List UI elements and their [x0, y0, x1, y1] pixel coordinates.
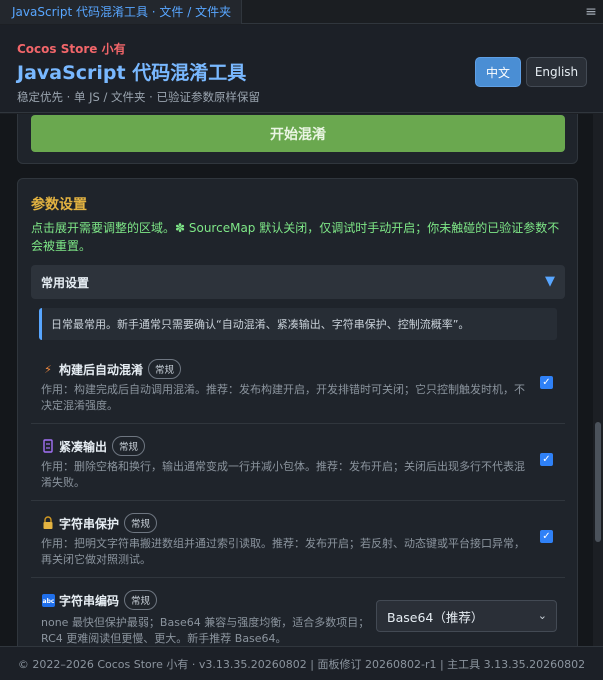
- titlebar: JavaScript 代码混淆工具 · 文件 / 文件夹 ≡: [0, 0, 603, 24]
- setting-auto-obfuscate: ⚡ 构建后自动混淆 常规 作用：构建完成后自动调用混淆。推荐：发布构建开启，开发…: [31, 347, 565, 424]
- string-encoding-select[interactable]: Base64（推荐） ⌄: [376, 600, 557, 632]
- page-title: JavaScript 代码混淆工具: [17, 62, 247, 84]
- footer: © 2022–2026 Cocos Store 小有 · v3.13.35.20…: [0, 646, 603, 680]
- auto-obfuscate-checkbox[interactable]: ✓: [540, 376, 553, 389]
- section-note: 日常最常用。新手通常只需要确认“自动混淆、紧凑输出、字符串保护、控制流概率”。: [39, 308, 557, 340]
- scroll-content: 开始混淆 参数设置 点击展开需要调整的区域。✽ SourceMap 默认关闭，仅…: [0, 114, 593, 646]
- window-tab[interactable]: JavaScript 代码混淆工具 · 文件 / 文件夹: [0, 0, 243, 24]
- setting-desc: 作用：把明文字符串搬进数组并通过索引读取。推荐：发布开启；若反射、动态键或平台接…: [41, 537, 525, 566]
- setting-badge: 常规: [124, 513, 158, 533]
- section-title: 常用设置: [41, 275, 90, 290]
- lightning-icon: ⚡: [44, 362, 52, 376]
- setting-badge: 常规: [112, 436, 146, 456]
- setting-name: 构建后自动混淆: [59, 362, 144, 377]
- compact-output-checkbox[interactable]: ✓: [540, 453, 553, 466]
- app-header: Cocos Store 小有 JavaScript 代码混淆工具 稳定优先 · …: [0, 25, 603, 113]
- section-common-settings[interactable]: 常用设置 ▼: [31, 265, 565, 299]
- menu-icon[interactable]: ≡: [579, 0, 603, 24]
- setting-name: 字符串编码: [59, 593, 120, 608]
- scrollbar[interactable]: [593, 114, 603, 646]
- action-card: 开始混淆: [17, 114, 578, 164]
- setting-desc: none 最快但保护最弱；Base64 兼容与强度均衡，适合多数项目；RC4 更…: [41, 616, 370, 645]
- abc-icon: abc: [41, 593, 55, 607]
- setting-badge: 常规: [148, 359, 182, 379]
- setting-badge: 常规: [124, 590, 158, 610]
- chevron-down-icon: ⌄: [537, 609, 547, 622]
- chevron-down-icon[interactable]: ▼: [545, 274, 555, 289]
- string-protection-checkbox[interactable]: ✓: [540, 530, 553, 543]
- setting-compact-output: 紧凑输出 常规 作用：删除空格和换行，输出通常变成一行并减小包体。推荐：发布开启…: [31, 424, 565, 501]
- setting-desc: 作用：构建完成后自动调用混淆。推荐：发布构建开启，开发排错时可关闭；它只控制触发…: [41, 383, 525, 412]
- setting-string-protection: 字符串保护 常规 作用：把明文字符串搬进数组并通过索引读取。推荐：发布开启；若反…: [31, 501, 565, 578]
- start-obfuscate-button[interactable]: 开始混淆: [31, 115, 565, 152]
- window-tab-title: JavaScript 代码混淆工具 · 文件 / 文件夹: [12, 5, 232, 19]
- select-value: Base64（推荐）: [387, 609, 484, 625]
- params-description: 点击展开需要调整的区域。✽ SourceMap 默认关闭，仅调试时手动开启；你未…: [31, 221, 560, 253]
- setting-name: 紧凑输出: [59, 439, 108, 454]
- compress-icon: [41, 439, 55, 453]
- params-card: 参数设置 点击展开需要调整的区域。✽ SourceMap 默认关闭，仅调试时手动…: [17, 178, 578, 646]
- scrollbar-thumb[interactable]: [595, 422, 601, 542]
- setting-desc: 作用：删除空格和换行，输出通常变成一行并减小包体。推荐：发布开启；关闭后出现多行…: [41, 460, 525, 489]
- page-subtitle: 稳定优先 · 单 JS / 文件夹 · 已验证参数原样保留: [17, 90, 260, 104]
- brand-label: Cocos Store 小有: [17, 42, 126, 56]
- lock-icon: [41, 516, 55, 530]
- setting-name: 字符串保护: [59, 516, 120, 531]
- setting-string-encoding: abc 字符串编码 常规 none 最快但保护最弱；Base64 兼容与强度均衡…: [31, 578, 565, 646]
- params-title: 参数设置: [31, 197, 87, 213]
- svg-text:abc: abc: [42, 598, 54, 605]
- lang-zh-button[interactable]: 中文: [475, 57, 521, 87]
- lang-en-button[interactable]: English: [526, 57, 587, 87]
